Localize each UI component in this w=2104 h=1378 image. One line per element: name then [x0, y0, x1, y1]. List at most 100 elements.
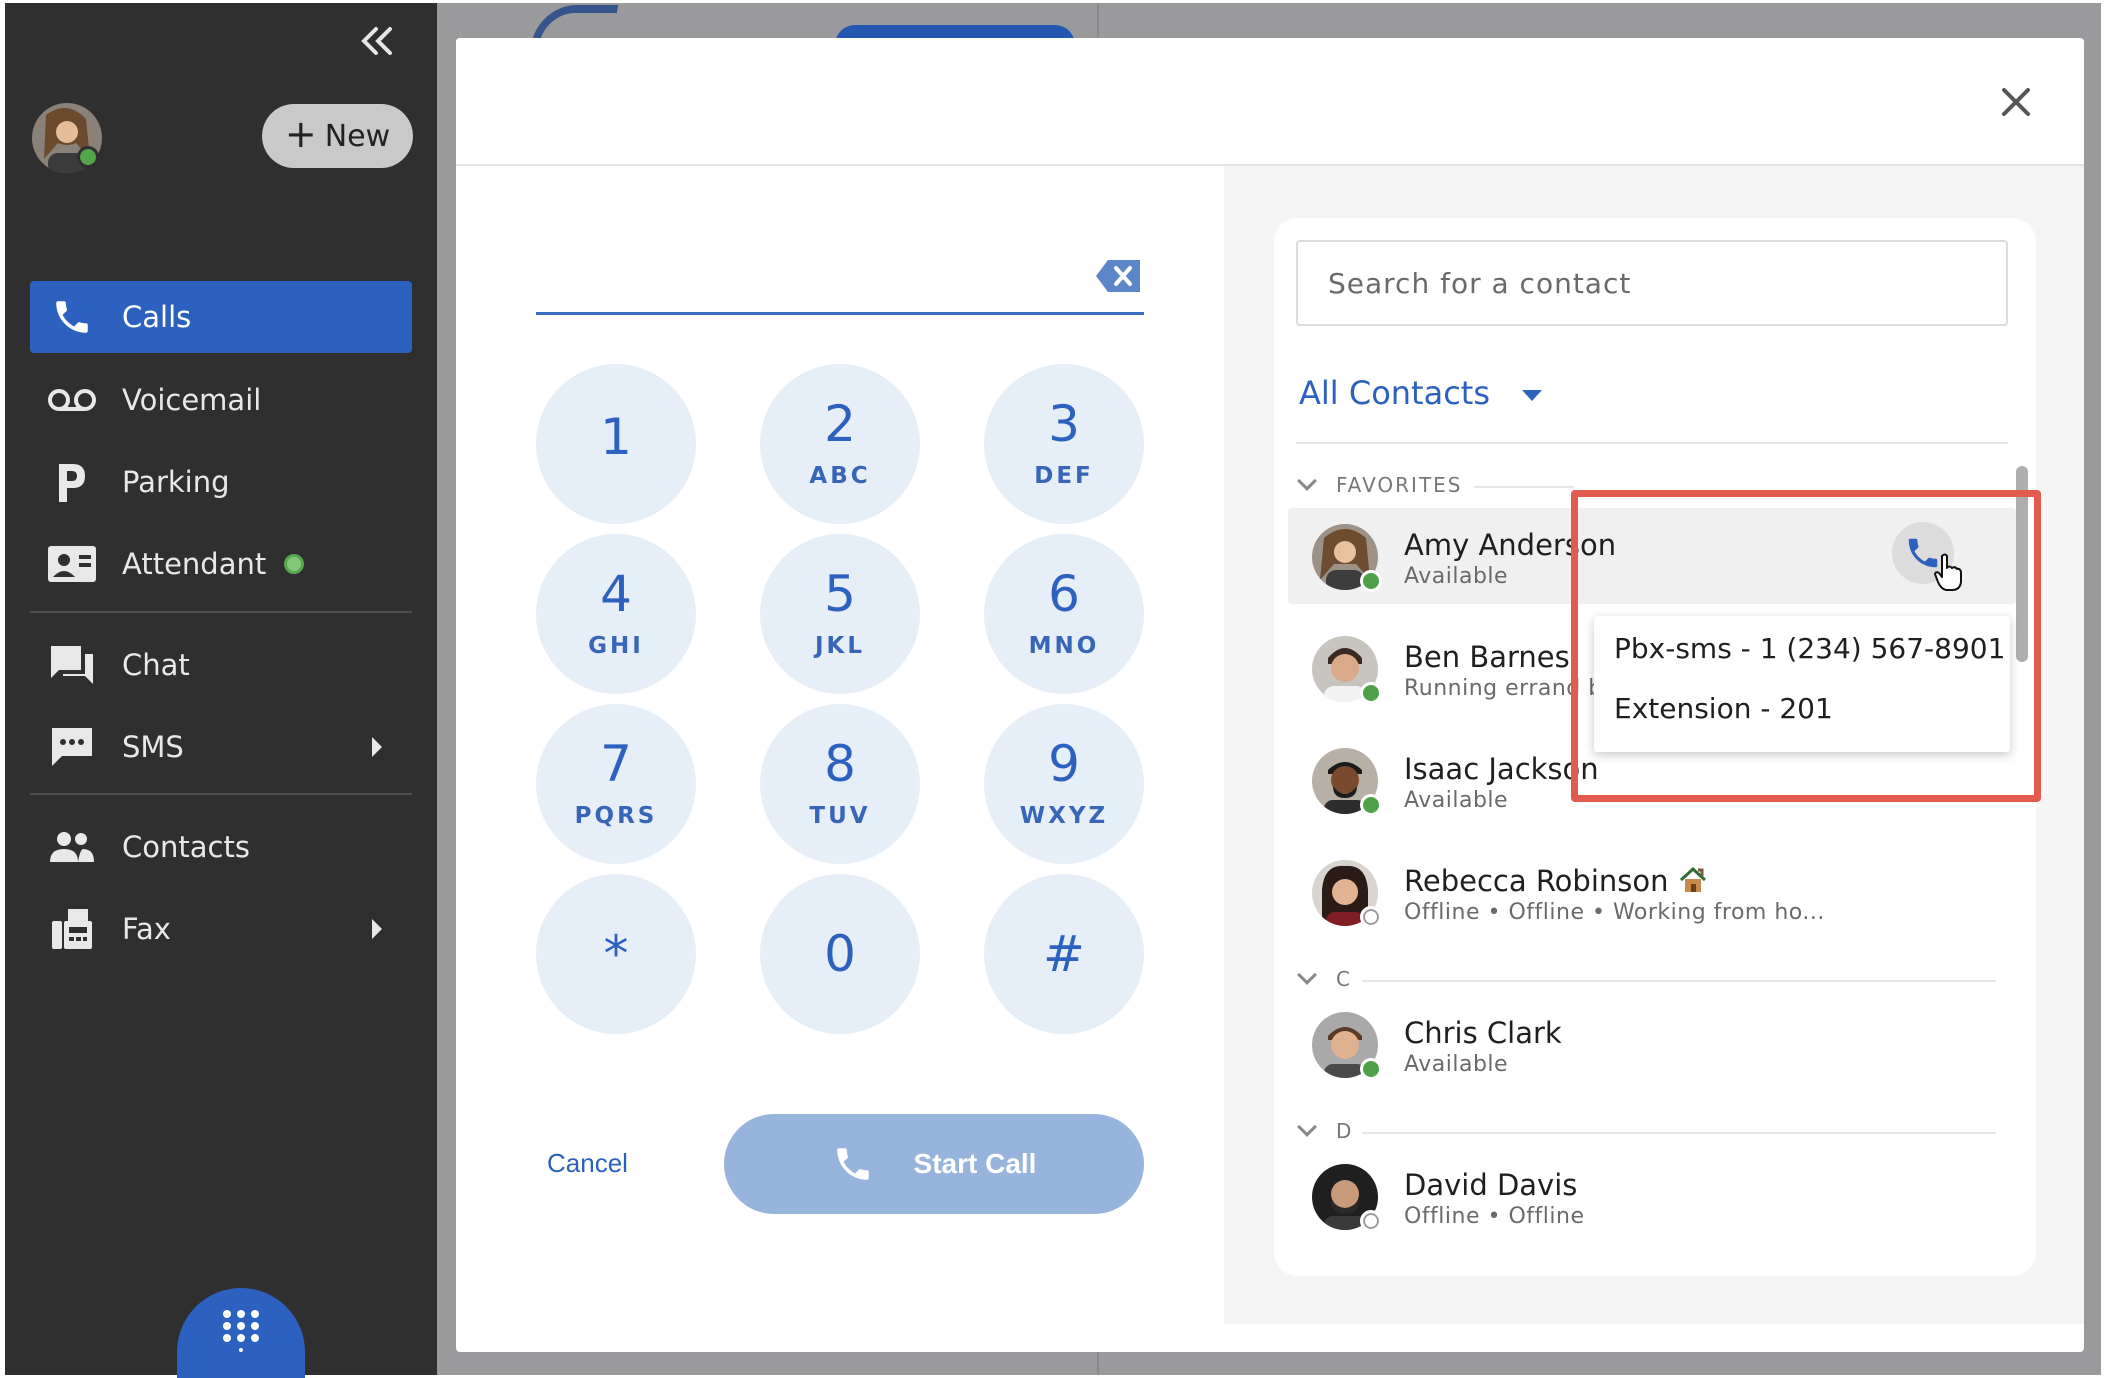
sidebar-item-label: Fax: [122, 912, 171, 946]
group-label: FAVORITES: [1336, 473, 1463, 497]
dial-key-digit: 0: [824, 925, 856, 983]
sidebar-item-label: Calls: [122, 300, 192, 334]
call-menu-item-extension[interactable]: Extension - 201: [1614, 692, 1833, 725]
start-call-label: Start Call: [913, 1148, 1037, 1179]
dial-key-digit: 9: [1048, 735, 1080, 793]
contact-name: David Davis: [1404, 1168, 1578, 1202]
start-call-button[interactable]: Start Call: [724, 1114, 1144, 1214]
sidebar-item-label: Chat: [122, 648, 190, 682]
dial-key-0[interactable]: 0: [760, 874, 920, 1034]
presence-indicator: [1360, 570, 1382, 592]
contact-search-input[interactable]: [1296, 240, 2008, 326]
sidebar-item-calls[interactable]: Calls: [30, 281, 412, 353]
contact-row-amy-anderson[interactable]: Amy Anderson Available: [1288, 508, 2016, 604]
dial-key-digit: 4: [600, 565, 632, 623]
dial-key-digit: 8: [824, 735, 856, 793]
dial-key-digit: 3: [1048, 395, 1080, 453]
contact-row-rebecca-robinson[interactable]: Rebecca Robinson Offline • Offline • Wor…: [1288, 844, 2016, 940]
dial-key-7[interactable]: 7 PQRS: [536, 704, 696, 864]
dial-key-star[interactable]: *: [536, 874, 696, 1034]
contact-status: Running errand b: [1404, 676, 1603, 701]
dial-key-5[interactable]: 5 JKL: [760, 534, 920, 694]
contact-name: Ben Barnes: [1404, 640, 1570, 674]
hand-cursor-icon: [1934, 553, 1962, 591]
sidebar: + New Calls Voicemail Parking Attendant …: [5, 3, 437, 1378]
contact-row-david-davis[interactable]: David Davis Offline • Offline: [1288, 1148, 2016, 1244]
dial-key-digit: #: [1043, 925, 1085, 983]
chevron-right-icon: [372, 919, 382, 939]
dial-key-letters: PQRS: [574, 803, 658, 829]
contact-status: Available: [1404, 1052, 1509, 1077]
dial-key-letters: TUV: [809, 803, 871, 829]
presence-indicator: [1360, 682, 1382, 704]
group-header-favorites[interactable]: FAVORITES: [1297, 470, 1463, 500]
chevron-down-icon: [1297, 1117, 1317, 1137]
contact-name: Chris Clark: [1404, 1016, 1562, 1050]
sidebar-item-fax[interactable]: Fax: [30, 893, 412, 965]
contact-name-wrapper: Rebecca Robinson: [1404, 864, 1708, 901]
sidebar-item-chat[interactable]: Chat: [30, 629, 412, 701]
contacts-scrollbar[interactable]: [2016, 466, 2028, 662]
contacts-filter-dropdown[interactable]: All Contacts: [1299, 368, 1543, 418]
house-icon: [1678, 866, 1708, 901]
sms-icon: [46, 721, 98, 773]
new-button[interactable]: + New: [262, 104, 413, 168]
dial-key-1[interactable]: 1: [536, 364, 696, 524]
dialog-header: [456, 38, 2084, 166]
sidebar-item-label: SMS: [122, 730, 184, 764]
sidebar-item-contacts[interactable]: Contacts: [30, 811, 412, 883]
group-header-d[interactable]: D: [1297, 1116, 1354, 1146]
contact-status: Available: [1404, 788, 1509, 813]
sidebar-item-voicemail[interactable]: Voicemail: [30, 364, 412, 436]
attendant-status-indicator: [284, 554, 305, 574]
close-icon[interactable]: [1996, 82, 2036, 122]
dial-key-6[interactable]: 6 MNO: [984, 534, 1144, 694]
contact-status: Offline • Offline • Working from ho...: [1404, 900, 1825, 925]
presence-indicator: [1360, 794, 1382, 816]
presence-indicator: [1360, 1058, 1382, 1080]
group-label: C: [1336, 967, 1352, 991]
call-menu-item-pbx-sms[interactable]: Pbx-sms - 1 (234) 567-8901: [1614, 632, 2005, 665]
backspace-icon[interactable]: [1094, 256, 1144, 296]
new-button-label: New: [324, 118, 391, 154]
group-label: D: [1336, 1119, 1354, 1143]
dial-key-3[interactable]: 3 DEF: [984, 364, 1144, 524]
dial-key-digit: 2: [824, 395, 856, 453]
sidebar-item-sms[interactable]: SMS: [30, 711, 412, 783]
cancel-button[interactable]: Cancel: [547, 1148, 628, 1179]
dial-key-letters: GHI: [588, 633, 644, 659]
contact-name: Rebecca Robinson: [1404, 864, 1669, 898]
contact-row-chris-clark[interactable]: Chris Clark Available: [1288, 996, 2016, 1092]
contacts-icon: [46, 821, 98, 873]
dial-key-2[interactable]: 2 ABC: [760, 364, 920, 524]
phone-number-input[interactable]: [536, 268, 1076, 308]
sidebar-item-parking[interactable]: Parking: [30, 446, 412, 518]
dial-key-letters: JKL: [814, 633, 866, 659]
contacts-filter-label: All Contacts: [1299, 374, 1491, 412]
dial-key-letters: MNO: [1028, 633, 1100, 659]
sidebar-item-attendant[interactable]: Attendant: [30, 528, 412, 600]
contact-status: Offline • Offline: [1404, 1204, 1585, 1229]
chevron-right-icon: [372, 737, 382, 757]
phone-icon: [46, 291, 98, 343]
dial-key-9[interactable]: 9 WXYZ: [984, 704, 1144, 864]
dial-key-hash[interactable]: #: [984, 874, 1144, 1034]
contact-name: Amy Anderson: [1404, 528, 1617, 562]
contact-status: Available: [1404, 564, 1509, 589]
dial-key-8[interactable]: 8 TUV: [760, 704, 920, 864]
fax-icon: [46, 903, 98, 955]
dial-key-letters: ABC: [809, 463, 871, 489]
dial-key-digit: 7: [600, 735, 632, 793]
phone-number-underline: [536, 312, 1144, 315]
presence-indicator: [1360, 1210, 1382, 1232]
sidebar-item-label: Attendant: [122, 547, 267, 581]
user-presence-indicator: [77, 146, 99, 168]
dial-key-4[interactable]: 4 GHI: [536, 534, 696, 694]
dial-key-digit: 6: [1048, 565, 1080, 623]
nav-divider: [30, 611, 412, 613]
group-header-c[interactable]: C: [1297, 964, 1352, 994]
caret-down-icon: [1522, 389, 1543, 401]
collapse-sidebar-icon[interactable]: [348, 19, 408, 63]
filter-divider: [1296, 442, 2008, 444]
dialpad-button[interactable]: [177, 1288, 305, 1378]
